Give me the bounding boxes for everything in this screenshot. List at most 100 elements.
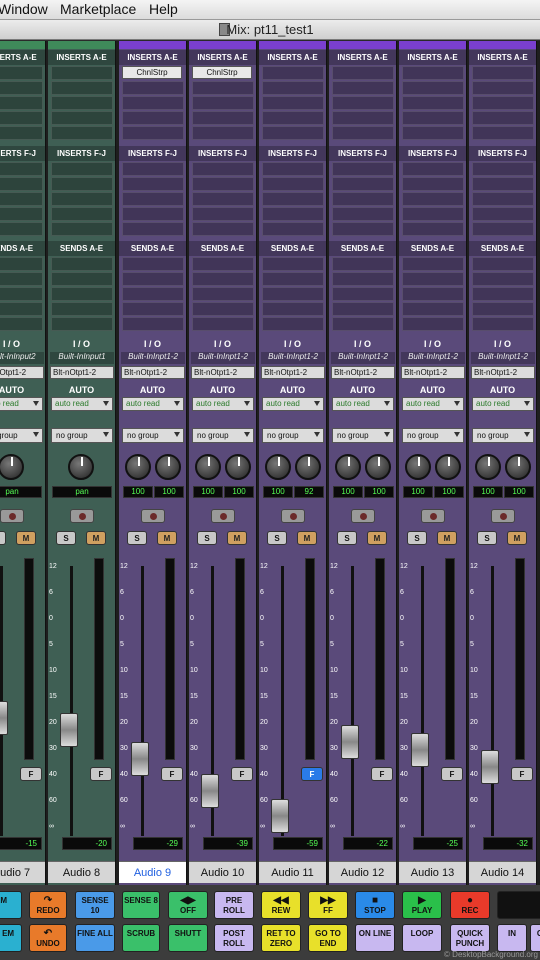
insert-slot[interactable] bbox=[262, 192, 324, 206]
insert-slot[interactable] bbox=[51, 207, 113, 221]
insert-slot[interactable] bbox=[402, 111, 464, 125]
volume-fader[interactable] bbox=[411, 732, 429, 767]
track-color-bar[interactable] bbox=[329, 41, 396, 49]
insert-slot[interactable] bbox=[192, 96, 254, 110]
transport-button-on-line[interactable]: ON LINE bbox=[355, 924, 395, 952]
send-slot[interactable] bbox=[51, 257, 113, 271]
track-name[interactable]: Audio 11 bbox=[259, 861, 326, 883]
fader-flip-button[interactable]: F bbox=[231, 767, 253, 781]
insert-slot[interactable] bbox=[0, 222, 43, 236]
fader-flip-button[interactable]: F bbox=[511, 767, 533, 781]
transport-button-redo[interactable]: ↷ REDO bbox=[29, 891, 67, 919]
send-slot[interactable] bbox=[122, 257, 184, 271]
send-slot[interactable] bbox=[332, 317, 394, 331]
insert-slot[interactable] bbox=[472, 192, 534, 206]
pan-knob-right[interactable] bbox=[225, 454, 251, 480]
send-slot[interactable] bbox=[0, 317, 43, 331]
pan-knob-right[interactable] bbox=[295, 454, 321, 480]
insert-slot[interactable] bbox=[51, 162, 113, 176]
track-name[interactable]: Audio 14 bbox=[469, 861, 536, 883]
input-selector[interactable]: Built-InInpt1-2 bbox=[191, 352, 255, 364]
send-slot[interactable] bbox=[192, 287, 254, 301]
insert-slot[interactable] bbox=[0, 66, 43, 80]
insert-slot[interactable] bbox=[262, 222, 324, 236]
group-select[interactable]: no group bbox=[332, 428, 394, 443]
insert-slot[interactable] bbox=[0, 192, 43, 206]
insert-slot[interactable] bbox=[332, 222, 394, 236]
insert-slot[interactable] bbox=[262, 66, 324, 80]
input-selector[interactable]: Built-InInpt1-2 bbox=[401, 352, 465, 364]
send-slot[interactable] bbox=[51, 302, 113, 316]
transport-button-fine-all[interactable]: FINE ALL bbox=[75, 924, 115, 952]
transport-button-undo[interactable]: ↶ UNDO bbox=[29, 924, 67, 952]
automation-mode-select[interactable]: auto read bbox=[332, 397, 394, 411]
insert-slot[interactable] bbox=[402, 81, 464, 95]
group-select[interactable]: no group bbox=[192, 428, 254, 443]
insert-slot[interactable] bbox=[0, 126, 43, 140]
transport-button-scrub[interactable]: SCRUB bbox=[122, 924, 160, 952]
transport-button-rew[interactable]: ◀◀ REW bbox=[261, 891, 301, 919]
transport-button-play[interactable]: ▶ PLAY bbox=[402, 891, 442, 919]
insert-slot[interactable] bbox=[472, 126, 534, 140]
send-slot[interactable] bbox=[472, 257, 534, 271]
fader-flip-button[interactable]: F bbox=[20, 767, 42, 781]
insert-slot[interactable] bbox=[192, 81, 254, 95]
volume-fader[interactable] bbox=[131, 742, 149, 777]
track-name[interactable]: Audio 9 bbox=[119, 861, 186, 883]
insert-slot[interactable] bbox=[472, 96, 534, 110]
insert-slot[interactable] bbox=[472, 222, 534, 236]
output-selector[interactable]: Blt-nOtpt1-2 bbox=[50, 366, 114, 379]
insert-slot[interactable] bbox=[402, 222, 464, 236]
pan-knob-left[interactable] bbox=[405, 454, 431, 480]
send-slot[interactable] bbox=[122, 317, 184, 331]
insert-slot[interactable] bbox=[122, 96, 184, 110]
insert-slot[interactable] bbox=[0, 207, 43, 221]
insert-slot[interactable] bbox=[51, 126, 113, 140]
insert-slot[interactable] bbox=[51, 81, 113, 95]
record-enable-button[interactable] bbox=[351, 509, 375, 523]
fader-flip-button[interactable]: F bbox=[301, 767, 323, 781]
transport-button-sense-10[interactable]: SENSE 10 bbox=[75, 891, 115, 919]
transport-button-pre-roll[interactable]: PRE ROLL bbox=[214, 891, 254, 919]
track-name[interactable]: Audio 12 bbox=[329, 861, 396, 883]
pan-knob-left[interactable] bbox=[265, 454, 291, 480]
pan-knob-right[interactable] bbox=[505, 454, 531, 480]
transport-button-off[interactable]: ◀▶ OFF bbox=[168, 891, 208, 919]
menu-marketplace[interactable]: Marketplace bbox=[60, 1, 136, 17]
insert-slot[interactable] bbox=[262, 207, 324, 221]
send-slot[interactable] bbox=[51, 272, 113, 286]
insert-slot[interactable] bbox=[0, 177, 43, 191]
transport-button-sense-8[interactable]: SENSE 8 bbox=[122, 891, 160, 919]
track-color-bar[interactable] bbox=[399, 41, 466, 49]
send-slot[interactable] bbox=[332, 287, 394, 301]
insert-slot[interactable] bbox=[192, 111, 254, 125]
pan-knob[interactable] bbox=[68, 454, 94, 480]
send-slot[interactable] bbox=[192, 257, 254, 271]
insert-slot[interactable] bbox=[402, 162, 464, 176]
insert-slot[interactable] bbox=[472, 111, 534, 125]
insert-slot[interactable] bbox=[262, 162, 324, 176]
insert-slot[interactable] bbox=[122, 177, 184, 191]
transport-button-stop[interactable]: ■ STOP bbox=[355, 891, 395, 919]
automation-mode-select[interactable]: auto read bbox=[402, 397, 464, 411]
record-enable-button[interactable] bbox=[211, 509, 235, 523]
send-slot[interactable] bbox=[402, 317, 464, 331]
group-select[interactable]: no group bbox=[122, 428, 184, 443]
insert-slot[interactable] bbox=[472, 177, 534, 191]
mute-button[interactable]: M bbox=[297, 531, 317, 545]
insert-slot[interactable] bbox=[262, 96, 324, 110]
group-select[interactable]: no group bbox=[51, 428, 113, 443]
group-select[interactable]: no group bbox=[0, 428, 43, 443]
insert-slot[interactable] bbox=[472, 81, 534, 95]
send-slot[interactable] bbox=[0, 287, 43, 301]
track-color-bar[interactable] bbox=[259, 41, 326, 49]
send-slot[interactable] bbox=[192, 302, 254, 316]
insert-slot[interactable] bbox=[122, 222, 184, 236]
insert-slot[interactable] bbox=[402, 207, 464, 221]
send-slot[interactable] bbox=[262, 287, 324, 301]
output-selector[interactable]: Blt-nOtpt1-2 bbox=[261, 366, 325, 379]
output-selector[interactable]: Blt-nOtpt1-2 bbox=[331, 366, 395, 379]
fader-flip-button[interactable]: F bbox=[441, 767, 463, 781]
insert-slot[interactable] bbox=[332, 111, 394, 125]
insert-slot[interactable] bbox=[0, 162, 43, 176]
